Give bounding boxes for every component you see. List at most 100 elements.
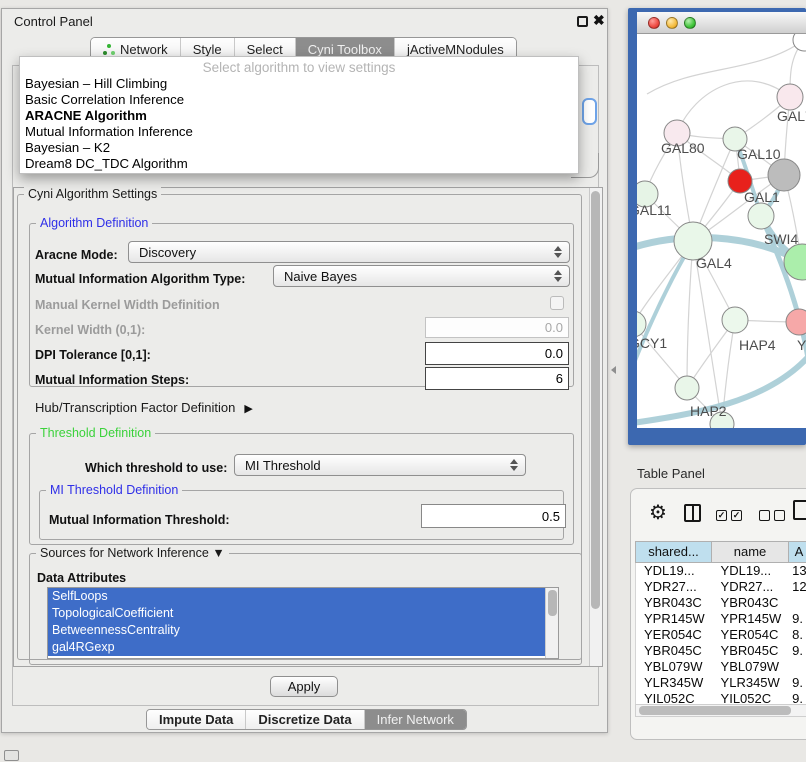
horizontal-scrollbar[interactable] [635, 704, 806, 717]
table-cell: YBR043C [636, 595, 713, 611]
table-panel-window: ⚙ ✓ ✓ shared...nameA YDL19...YDL19...13Y… [630, 488, 806, 740]
network-canvas[interactable]: GAL7GAL80GAL10GAL1GAL11SWI4GAL4GCY1HAP4Y… [637, 34, 806, 428]
network-node-y[interactable] [786, 309, 806, 335]
close-button[interactable] [648, 17, 660, 29]
algorithm-placeholder: Select algorithm to view settings [20, 57, 578, 76]
tab-label: Network [120, 42, 168, 57]
table-row[interactable]: YDR27...YDR27...12 [636, 579, 806, 595]
close-icon[interactable]: ✖ [593, 12, 605, 28]
network-node-hap4[interactable] [722, 307, 748, 333]
mi-threshold-field[interactable] [421, 504, 566, 528]
unchecked-checkbox-icon[interactable] [774, 510, 785, 521]
table-cell: YIL052C [636, 691, 713, 704]
float-window-icon[interactable] [577, 16, 588, 27]
apply-button[interactable]: Apply [270, 676, 338, 697]
mi-threshold-label: Mutual Information Threshold: [49, 513, 230, 527]
table-cell: YER054C [636, 627, 713, 643]
sources-group-title[interactable]: Sources for Network Inference ▼ [36, 546, 229, 560]
checked-checkbox-icon[interactable]: ✓ [716, 510, 727, 521]
bottom-tab-impute-data[interactable]: Impute Data [147, 710, 245, 729]
mi-type-select[interactable]: Naive Bayes [273, 265, 570, 287]
table-row[interactable]: YBL079WYBL079W [636, 659, 806, 675]
hub-definition-expander[interactable]: Hub/Transcription Factor Definition ▶ [35, 400, 253, 415]
network-node-gal7[interactable] [777, 84, 803, 110]
attribute-item-gal4rgexp[interactable]: gal4RGexp [48, 639, 545, 656]
table-row[interactable]: YBR045CYBR045C9. [636, 643, 806, 659]
attribute-item-betweennesscentrality[interactable]: BetweennessCentrality [48, 622, 545, 639]
algorithm-option-bayesian-hill-climbing[interactable]: Bayesian – Hill Climbing [20, 76, 578, 92]
table-row[interactable]: YDL19...YDL19...13 [636, 563, 806, 579]
dpi-tolerance-field[interactable] [425, 342, 569, 365]
hub-definition-label: Hub/Transcription Factor Definition [35, 400, 235, 415]
bottom-left-icon [4, 750, 19, 761]
network-window-titlebar[interactable] [637, 12, 806, 34]
table-row[interactable]: YIL052CYIL052C9. [636, 691, 806, 704]
bottom-tab-discretize-data[interactable]: Discretize Data [245, 710, 363, 729]
which-threshold-label: Which threshold to use: [85, 461, 227, 475]
table-row[interactable]: YBR043CYBR043C [636, 595, 806, 611]
algorithm-option-aracne-algorithm[interactable]: ARACNE Algorithm [20, 108, 578, 124]
mi-type-label: Mutual Information Algorithm Type: [35, 272, 245, 286]
table-cell: YDR27... [636, 579, 713, 595]
which-threshold-select[interactable]: MI Threshold [234, 454, 526, 476]
expand-arrow-icon: ▶ [244, 403, 252, 415]
network-node[interactable] [768, 159, 800, 191]
window-title: Control Panel [14, 14, 93, 29]
network-node-swi4[interactable] [748, 203, 774, 229]
checked-checkbox-icon[interactable]: ✓ [731, 510, 742, 521]
table-cell: 9. [789, 691, 806, 704]
column-header-a[interactable]: A [789, 541, 806, 563]
document-icon[interactable] [793, 500, 806, 520]
horizontal-scrollbar-thumb[interactable] [639, 706, 791, 715]
bottom-tab-infer-network[interactable]: Infer Network [364, 710, 466, 729]
spinner-arrows-icon [554, 246, 562, 258]
split-pane-collapse-handle[interactable] [611, 366, 616, 374]
table-row[interactable]: YPR145WYPR145W9. [636, 611, 806, 627]
data-attributes-label: Data Attributes [37, 571, 126, 585]
table-cell: YBL079W [713, 659, 790, 675]
data-attributes-list: SelfLoopsTopologicalCoefficientBetweenne… [47, 587, 559, 659]
column-header-name[interactable]: name [712, 541, 789, 563]
column-header-shared[interactable]: shared... [635, 541, 712, 563]
unchecked-checkbox-icon[interactable] [759, 510, 770, 521]
gear-icon[interactable]: ⚙ [649, 502, 667, 524]
node-label-gal7: GAL7 [777, 108, 806, 124]
list-scrollbar[interactable] [545, 588, 558, 658]
attribute-item-topologicalcoefficient[interactable]: TopologicalCoefficient [48, 605, 545, 622]
table-cell [789, 659, 806, 675]
kernel-width-field[interactable] [425, 317, 569, 338]
zoom-button[interactable] [684, 17, 696, 29]
table-cell: YBL079W [636, 659, 713, 675]
table-row[interactable]: YER054CYER054C8. [636, 627, 806, 643]
table-cell [789, 595, 806, 611]
table-cell: 12 [789, 579, 806, 595]
algorithm-option-bayesian-k2[interactable]: Bayesian – K2 [20, 140, 578, 156]
network-node[interactable] [793, 34, 806, 51]
minimize-button[interactable] [666, 17, 678, 29]
mi-steps-field[interactable] [425, 367, 569, 390]
collapse-arrow-icon: ▼ [212, 546, 224, 560]
sources-title-text: Sources for Network Inference [40, 546, 209, 560]
algorithm-option-mutual-information-inference[interactable]: Mutual Information Inference [20, 124, 578, 140]
table-cell: YLR345W [636, 675, 713, 691]
attribute-item-selfloops[interactable]: SelfLoops [48, 588, 545, 605]
table-row[interactable]: YLR345WYLR345W9. [636, 675, 806, 691]
split-columns-icon[interactable] [684, 504, 701, 522]
table-cell: YPR145W [713, 611, 790, 627]
table-cell: 13 [789, 563, 806, 579]
mi-steps-label: Mutual Information Steps: [35, 373, 189, 387]
algorithm-option-basic-correlation-inference[interactable]: Basic Correlation Inference [20, 92, 578, 108]
aracne-mode-select[interactable]: Discovery [128, 241, 570, 263]
node-label-gal1: GAL1 [744, 189, 780, 205]
table-cell: YDL19... [636, 563, 713, 579]
threshold-definition-title: Threshold Definition [36, 426, 155, 440]
table-cell: YBR043C [713, 595, 790, 611]
node-label-gal11: GAL11 [637, 202, 672, 218]
algorithm-option-dream8-dc-tdc-algorithm[interactable]: Dream8 DC_TDC Algorithm [20, 156, 578, 172]
vertical-scrollbar-thumb[interactable] [591, 191, 600, 609]
list-scrollbar-thumb[interactable] [548, 590, 557, 616]
manual-kernel-checkbox[interactable] [550, 296, 564, 310]
table-cell: 9. [789, 675, 806, 691]
aracne-mode-value: Discovery [139, 245, 196, 260]
network-node-hap2[interactable] [675, 376, 699, 400]
